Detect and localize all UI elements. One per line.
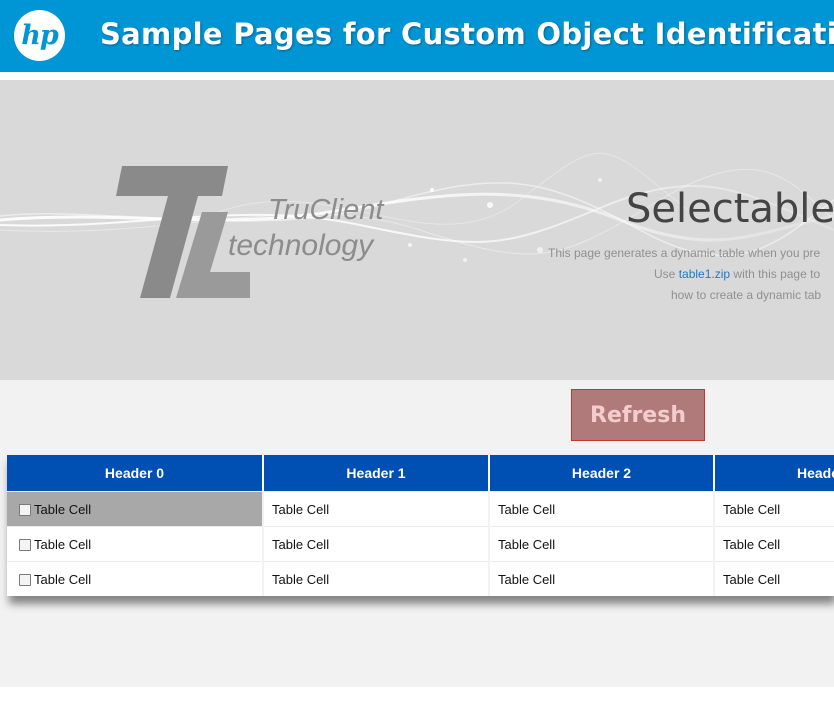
table-cell[interactable]: Table Cell: [263, 526, 490, 562]
table-cell[interactable]: Table Cell: [263, 561, 490, 596]
row-checkbox[interactable]: [19, 503, 31, 516]
hp-logo: hp: [14, 10, 65, 61]
header-divider: [0, 72, 834, 80]
table-cell-label: Table Cell: [34, 537, 92, 553]
banner-description-line-3: how to create a dynamic tab: [671, 288, 822, 302]
row-checkbox[interactable]: [19, 573, 31, 586]
table1-zip-link[interactable]: table1.zip: [679, 267, 730, 281]
refresh-button[interactable]: Refresh: [571, 389, 705, 441]
dynamic-table-container: Header 0 Header 1 Header 2 Heade Table C…: [7, 455, 834, 596]
row-checkbox[interactable]: [19, 538, 31, 551]
table-header-0[interactable]: Header 0: [7, 455, 264, 492]
desc-use-text: Use: [654, 267, 679, 281]
page-title: Sample Pages for Custom Object Identific…: [100, 17, 834, 51]
table-cell[interactable]: Table Cell: [714, 526, 834, 562]
table-row[interactable]: Table Cell Table Cell Table Cell Table C…: [7, 491, 834, 527]
hp-logo-text: hp: [21, 20, 59, 51]
desc-with-text: with this page to: [730, 267, 821, 281]
top-header-bar: hp Sample Pages for Custom Object Identi…: [0, 0, 834, 72]
truclient-word: TruClient: [268, 194, 384, 226]
banner-description-line-2: Use table1.zip with this page to: [654, 267, 820, 281]
table-header-2[interactable]: Header 2: [489, 455, 715, 492]
table-cell[interactable]: Table Cell: [489, 561, 715, 596]
table-cell[interactable]: Table Cell: [7, 526, 264, 562]
table-cell[interactable]: Table Cell: [7, 491, 264, 527]
table-header-row: Header 0 Header 1 Header 2 Heade: [7, 455, 834, 492]
table-cell[interactable]: Table Cell: [489, 491, 715, 527]
table-cell[interactable]: Table Cell: [714, 561, 834, 596]
truclient-banner: TruClient technology Selectable c This p…: [0, 80, 834, 380]
technology-word: technology: [228, 229, 374, 262]
table-cell-label: Table Cell: [34, 502, 92, 518]
table-header-3[interactable]: Heade: [714, 455, 834, 492]
table-cell[interactable]: Table Cell: [263, 491, 490, 527]
table-cell-label: Table Cell: [34, 572, 92, 588]
banner-heading: Selectable c: [626, 186, 834, 232]
table-header-1[interactable]: Header 1: [263, 455, 490, 492]
table-row[interactable]: Table Cell Table Cell Table Cell Table C…: [7, 526, 834, 562]
banner-description-line-1: This page generates a dynamic table when…: [548, 246, 821, 260]
table-cell[interactable]: Table Cell: [7, 561, 264, 596]
table-cell[interactable]: Table Cell: [489, 526, 715, 562]
table-row[interactable]: Table Cell Table Cell Table Cell Table C…: [7, 561, 834, 596]
dynamic-table: Header 0 Header 1 Header 2 Heade Table C…: [7, 455, 834, 596]
table-cell[interactable]: Table Cell: [714, 491, 834, 527]
